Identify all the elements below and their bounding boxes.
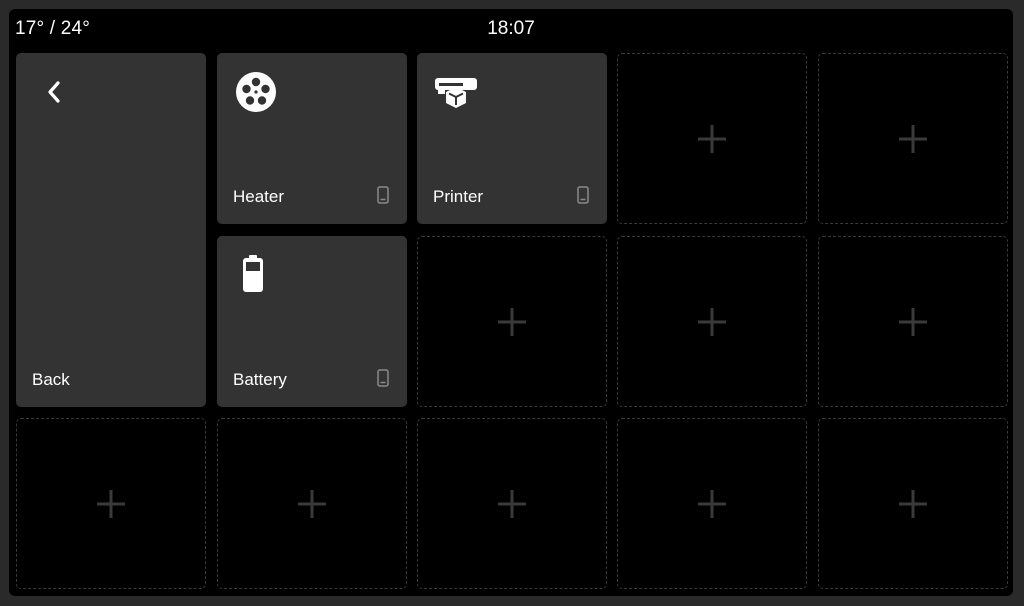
battery-tile[interactable]: Battery [217,236,407,407]
heater-tile-label: Heater [233,187,285,206]
plus-icon [698,489,726,518]
plus-icon [698,307,726,336]
phone-icon [377,369,389,387]
add-tile-slot[interactable] [16,418,206,589]
battery-tile-label: Battery [233,370,287,389]
plus-icon [498,489,526,518]
printer-tile[interactable]: Printer [417,53,607,224]
film-reel-icon [236,72,276,112]
heater-tile[interactable]: Heater [217,53,407,224]
add-tile-slot[interactable] [617,53,807,224]
dashboard-screen: 17° / 24° 18:07 Back Heater Printer Batt… [9,9,1013,596]
plus-icon [97,489,125,518]
add-tile-slot[interactable] [217,418,407,589]
add-tile-slot[interactable] [417,236,607,407]
plus-icon [298,489,326,518]
chevron-left-icon [48,81,60,103]
printer-tile-label: Printer [433,187,484,206]
plus-icon [498,307,526,336]
add-tile-slot[interactable] [818,418,1008,589]
add-tile-slot[interactable] [818,236,1008,407]
back-tile[interactable]: Back [16,53,206,407]
add-tile-slot[interactable] [818,53,1008,224]
plus-icon [899,489,927,518]
plus-icon [698,124,726,153]
phone-icon [377,186,389,204]
back-tile-label: Back [32,370,70,389]
phone-icon [577,186,589,204]
plus-icon [899,124,927,153]
clock: 18:07 [487,18,535,39]
add-tile-slot[interactable] [617,418,807,589]
add-tile-slot[interactable] [617,236,807,407]
add-tile-slot[interactable] [417,418,607,589]
battery-icon [243,255,263,292]
printer-3d-icon [435,78,477,108]
plus-icon [899,307,927,336]
